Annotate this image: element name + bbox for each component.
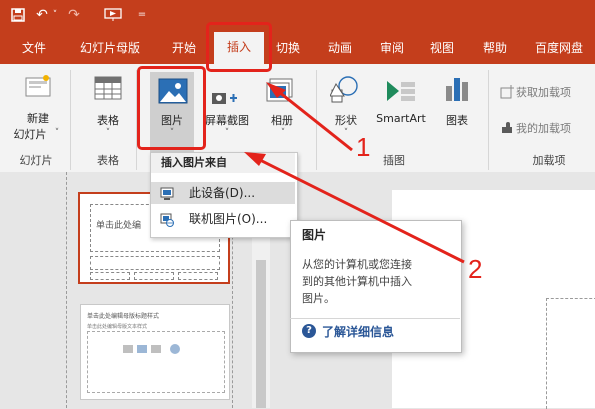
arrow-2-head [244,152,266,166]
annotation-arrows [244,82,465,264]
arrow-2-line [251,154,465,264]
arrow-1-line [273,86,353,152]
step-number-2: 2 [468,254,483,284]
step-number-1: 1 [356,132,371,162]
